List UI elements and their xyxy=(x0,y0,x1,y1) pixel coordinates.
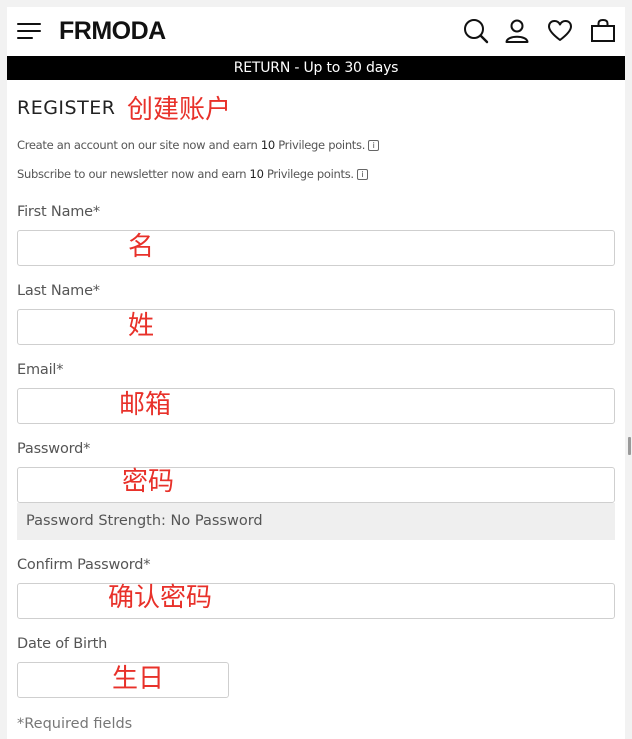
email-label: Email* xyxy=(17,362,64,378)
confirm-password-input[interactable] xyxy=(17,583,615,619)
page-title: REGISTER xyxy=(17,97,116,119)
first-name-input[interactable] xyxy=(17,230,615,266)
privilege-note-account: Create an account on our site now and ea… xyxy=(17,138,380,152)
info-icon[interactable]: i xyxy=(356,169,368,180)
first-name-label: First Name* xyxy=(17,204,100,220)
info-icon[interactable]: i xyxy=(368,140,380,151)
register-page: FRMODA RETURN - Up to 30 days REGISTER 创… xyxy=(7,7,625,739)
bag-icon[interactable] xyxy=(590,18,616,44)
scrollbar-thumb[interactable] xyxy=(628,437,631,455)
password-input[interactable] xyxy=(17,467,615,503)
password-strength: Password Strength: No Password xyxy=(17,503,615,540)
title-annotation: 创建账户 xyxy=(127,95,232,125)
dob-label: Date of Birth xyxy=(17,636,108,652)
required-fields-note: *Required fields xyxy=(17,716,133,732)
dob-input[interactable] xyxy=(17,662,229,698)
confirm-password-label: Confirm Password* xyxy=(17,557,151,573)
menu-icon[interactable] xyxy=(17,22,41,40)
privilege-note-newsletter: Subscribe to our newsletter now and earn… xyxy=(17,167,368,181)
site-header: FRMODA xyxy=(7,7,625,56)
account-icon[interactable] xyxy=(504,18,530,44)
last-name-input[interactable] xyxy=(17,309,615,345)
email-input[interactable] xyxy=(17,388,615,424)
heart-icon[interactable] xyxy=(547,18,573,44)
site-logo[interactable]: FRMODA xyxy=(59,17,166,46)
search-icon[interactable] xyxy=(463,18,489,44)
promo-banner: RETURN - Up to 30 days xyxy=(7,56,625,80)
password-label: Password* xyxy=(17,441,91,457)
last-name-label: Last Name* xyxy=(17,283,100,299)
